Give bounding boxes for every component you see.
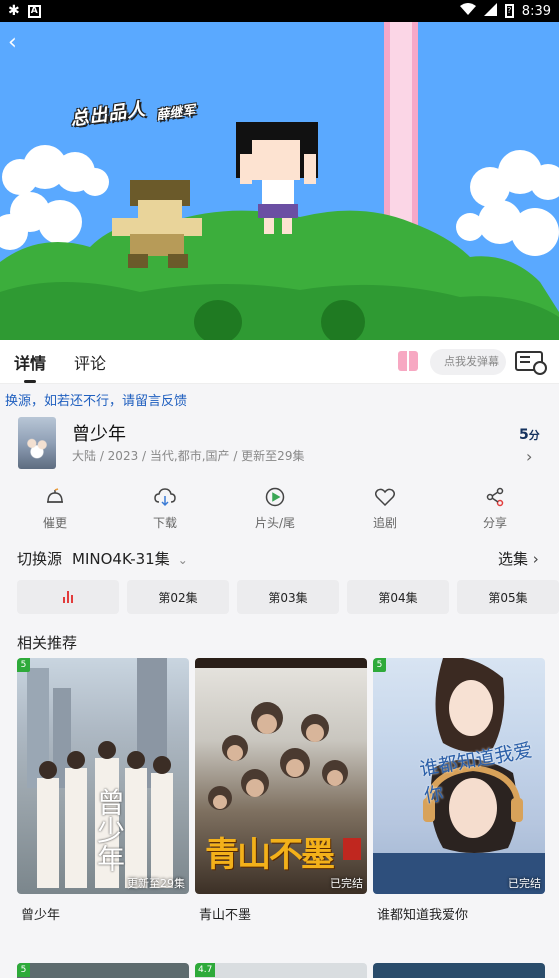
episode-chip[interactable]: 第04集 xyxy=(347,580,449,614)
show-score: 5分 xyxy=(519,427,540,443)
tab-bar: 详情 评论 点我发弹幕 xyxy=(0,340,559,384)
related-card[interactable]: 5 谁都知道我爱你 已完结 谁都知道我爱你 xyxy=(373,658,545,923)
episode-chip[interactable]: 第03集 xyxy=(237,580,339,614)
source-label: 切换源 xyxy=(17,550,63,568)
show-poster-thumbnail xyxy=(18,417,56,469)
update-status: 更新至29集 xyxy=(127,877,185,890)
a-icon: A xyxy=(27,4,41,18)
share-icon xyxy=(484,486,506,508)
danmu-input[interactable]: 点我发弹幕 xyxy=(430,349,506,375)
follow-show-button[interactable]: 追剧 xyxy=(330,480,440,536)
show-meta: 大陆 / 2023 / 当代,都市,国产 / 更新至29集 xyxy=(72,449,305,463)
action-label: 分享 xyxy=(482,516,507,530)
related-card[interactable]: 青山不墨 已完结 青山不墨 xyxy=(195,658,367,923)
download-button[interactable]: 下载 xyxy=(110,480,220,536)
episodes-link[interactable]: 选集 › xyxy=(498,548,539,569)
cloud-download-icon xyxy=(154,486,176,508)
related-poster: 5 曾少年 更新至29集 xyxy=(17,658,189,894)
video-player[interactable]: ‹ 总出品人 薛继军 xyxy=(0,22,559,340)
share-button[interactable]: 分享 xyxy=(440,480,550,536)
skip-intro-outro-button[interactable]: 片头/尾 xyxy=(220,480,330,536)
source-notice: 换源，如若还不行，请留言反馈 xyxy=(5,394,188,409)
heart-icon xyxy=(374,486,396,508)
play-circle-icon xyxy=(264,486,286,508)
action-bar: 催更 下载 片头/尾 追剧 分享 xyxy=(0,480,559,536)
action-label: 催更 xyxy=(42,516,67,530)
clock: 8:39 xyxy=(521,3,551,19)
rating-badge: 5 xyxy=(17,963,30,977)
related-title: 曾少年 xyxy=(21,908,61,923)
poster-title: 青山不墨 xyxy=(205,835,335,875)
episode-chip[interactable]: 第02集 xyxy=(127,580,229,614)
danmu-settings-icon[interactable] xyxy=(515,351,547,375)
back-button[interactable]: ‹ xyxy=(8,32,28,56)
video-frame xyxy=(0,22,559,340)
episode-chip-playing[interactable] xyxy=(17,580,119,614)
action-label: 片头/尾 xyxy=(254,516,296,530)
score-unit: 分 xyxy=(528,429,540,442)
danmu-toggle-icon[interactable] xyxy=(398,351,418,371)
chevron-right-icon: › xyxy=(532,550,539,568)
related-card[interactable]: 5 曾少年 更新至29集 曾少年 xyxy=(17,658,189,923)
show-info[interactable]: 曾少年 大陆 / 2023 / 当代,都市,国产 / 更新至29集 5分 › xyxy=(0,410,559,474)
related-title: 青山不墨 xyxy=(199,908,252,923)
related-card-peek[interactable] xyxy=(373,963,545,978)
episode-chip[interactable]: 第05集 xyxy=(457,580,559,614)
rating-badge: 5 xyxy=(17,658,30,672)
show-title: 曾少年 xyxy=(72,424,126,445)
bell-icon xyxy=(44,486,66,508)
update-status: 已完结 xyxy=(330,877,363,890)
battery-icon: ? xyxy=(504,4,514,18)
chevron-right-icon[interactable]: › xyxy=(526,447,532,466)
action-label: 下载 xyxy=(152,516,177,530)
source-name: MINO4K-31集 xyxy=(72,550,170,568)
related-card-peek[interactable]: 5 xyxy=(17,963,189,978)
source-switcher[interactable]: 切换源 MINO4K-31集 ⌄ xyxy=(17,548,188,569)
score-value: 5 xyxy=(519,427,529,443)
tab-comments[interactable]: 评论 xyxy=(60,350,120,374)
related-card-peek[interactable]: 4.7 xyxy=(195,963,367,978)
chevron-down-icon: ⌄ xyxy=(177,553,188,567)
related-poster: 青山不墨 已完结 xyxy=(195,658,367,894)
urge-update-button[interactable]: 催更 xyxy=(0,480,110,536)
wifi-icon xyxy=(459,3,476,19)
equalizer-icon xyxy=(63,591,73,603)
app-icon: ✱ xyxy=(8,3,20,19)
update-status: 已完结 xyxy=(508,877,541,890)
tab-details[interactable]: 详情 xyxy=(0,350,60,383)
rating-badge: 4.7 xyxy=(195,963,216,977)
action-label: 追剧 xyxy=(372,516,397,530)
episode-list: 第02集 第03集 第04集 第05集 xyxy=(17,580,559,614)
poster-title: 曾少年 xyxy=(93,788,126,872)
status-bar: ✱ A ? 8:39 xyxy=(0,0,559,22)
related-title: 谁都知道我爱你 xyxy=(377,908,469,923)
signal-icon xyxy=(483,2,497,20)
episodes-link-label: 选集 xyxy=(498,550,529,568)
rating-badge: 5 xyxy=(373,658,386,672)
related-heading: 相关推荐 xyxy=(17,634,78,652)
related-poster: 5 谁都知道我爱你 已完结 xyxy=(373,658,545,894)
